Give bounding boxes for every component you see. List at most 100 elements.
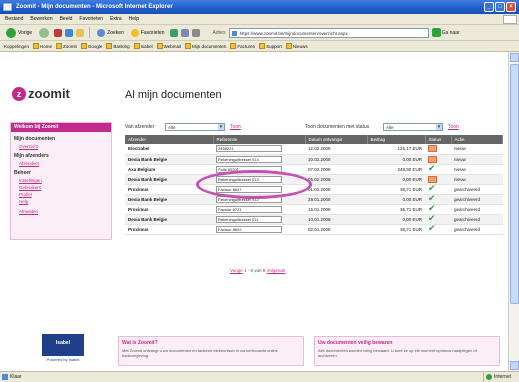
table-row[interactable]: Dexia Bank Belgie Rekeninguittreksel 014 1… (125, 154, 503, 165)
checkmark-icon[interactable] (428, 223, 437, 234)
go-button[interactable]: Ga naar (431, 28, 460, 37)
status-text: Klaar (10, 374, 22, 380)
isabel-promo-logo[interactable]: Isabel (42, 334, 84, 356)
scroll-up-arrow-icon[interactable] (510, 53, 519, 62)
sidebar-section-documents: Mijn documenten (14, 136, 56, 142)
table-row[interactable]: ProximusFactuur 8721 15.01.200836,71 EUR g… (125, 203, 503, 215)
home-icon[interactable] (76, 28, 85, 37)
reference-field[interactable]: Rekeninguittreksel 014 (216, 155, 282, 163)
menu-help[interactable]: Help (129, 14, 139, 24)
sidebar-link-help[interactable]: Help (19, 199, 111, 204)
cell-action[interactable]: nieuw (451, 154, 503, 165)
link-item[interactable]: Zoomit (56, 43, 77, 49)
checkmark-icon[interactable] (428, 163, 437, 174)
window-controls: _ □ × (484, 2, 516, 12)
menu-file[interactable]: Bestand (5, 14, 23, 24)
search-button[interactable]: Zoeken (95, 28, 126, 37)
close-button[interactable]: × (506, 2, 516, 12)
scrollbar-thumb[interactable] (510, 64, 519, 304)
cell-action[interactable]: gearchiveerd (451, 194, 503, 205)
sender-filter-select[interactable]: Alle (165, 123, 225, 131)
link-item[interactable]: Mijn documenten (185, 43, 226, 49)
cell-action[interactable]: gearchiveerd (451, 184, 503, 195)
menu-tools[interactable]: Extra (110, 14, 122, 24)
menu-favorites[interactable]: Favorieten (79, 14, 103, 24)
page-title: Al mijn documenten (125, 89, 222, 101)
link-label: Isabel (140, 43, 153, 49)
new-document-icon[interactable] (428, 175, 437, 183)
info-box-left-title[interactable]: Wat is Zoomit? (122, 340, 300, 346)
info-box-right-title[interactable]: Uw documenten veilig bewaren (318, 340, 496, 346)
link-item[interactable]: Support (259, 43, 282, 49)
table-row[interactable]: Dexia Bank Belgie Rekeninguittreksel 011 1… (125, 213, 503, 225)
link-item[interactable]: Google (80, 43, 102, 49)
table-row[interactable]: Dexia Bank Belgie Rekeninguittreksel 012 2… (125, 193, 503, 205)
new-document-icon[interactable] (428, 145, 437, 153)
status-filter-select[interactable]: Alle (383, 123, 443, 131)
history-icon[interactable] (169, 28, 178, 37)
table-row[interactable]: Electrabel 2458221 12.02.2008 125,17 EUR nie… (125, 144, 503, 155)
sidebar-link-profile[interactable]: Profiel (19, 192, 111, 197)
link-item[interactable]: Isabel (133, 43, 153, 49)
sidebar-link-overview[interactable]: Overzicht (19, 144, 111, 149)
stop-icon[interactable] (54, 28, 63, 37)
refresh-icon[interactable] (65, 28, 74, 37)
cell-action[interactable]: nieuw (451, 164, 503, 175)
cell-action[interactable]: gearchiveerd (451, 224, 503, 235)
pager-next-link[interactable]: Volgende (267, 268, 286, 273)
menu-edit[interactable]: Bewerken (30, 14, 52, 24)
window-title: Zoomit - Mijn documenten - Microsoft Int… (16, 4, 173, 10)
menu-view[interactable]: Beeld (60, 14, 73, 24)
sidebar-link-settings[interactable]: Instellingen (19, 178, 111, 183)
scroll-down-arrow-icon[interactable] (510, 361, 519, 370)
reference-field[interactable]: Rekeninguittreksel 011 (216, 215, 282, 223)
status-filter-go-link[interactable]: Toon (448, 124, 459, 130)
checkmark-icon[interactable] (428, 213, 437, 224)
link-item[interactable]: Banking (106, 43, 130, 49)
table-row[interactable]: ProximusFactuur 8602 02.01.200836,71 EUR g… (125, 223, 503, 235)
cell-action[interactable]: nieuw (451, 144, 503, 155)
maximize-button[interactable]: □ (495, 2, 505, 12)
column-header-amount[interactable]: Bedrag (367, 135, 426, 144)
table-row[interactable]: Dexia Bank Belgie Rekeninguittreksel 013 0… (125, 174, 503, 185)
new-document-icon[interactable] (428, 155, 437, 163)
sidebar-header: Welkom bij Zoomit (11, 123, 111, 132)
column-header-sender[interactable]: Afzender (125, 135, 214, 144)
cell-amount: 0,00 EUR (367, 174, 425, 185)
column-header-action[interactable]: Actie (451, 135, 503, 144)
column-header-reference[interactable]: Referentie (213, 135, 306, 144)
zoomit-logo[interactable]: z zoomit (12, 86, 70, 101)
reference-field[interactable]: Factuur 8602 (216, 225, 282, 233)
cell-action[interactable]: nieuw (451, 174, 503, 185)
sender-filter-go-link[interactable]: Toon (230, 124, 241, 130)
cell-action[interactable]: gearchiveerd (451, 204, 503, 215)
checkmark-icon[interactable] (428, 183, 437, 194)
cell-action[interactable]: gearchiveerd (451, 214, 503, 225)
mail-icon[interactable] (180, 28, 189, 37)
link-item[interactable]: Home (33, 43, 52, 49)
reference-field[interactable]: 2458221 (216, 145, 282, 153)
window-titlebar: Zoomit - Mijn documenten - Microsoft Int… (0, 0, 519, 14)
table-row[interactable]: ProximusFactuur 884701.02.200836,71 EURg… (125, 183, 503, 195)
sidebar-link-users[interactable]: Gebruikers (19, 185, 111, 190)
print-icon[interactable] (191, 28, 200, 37)
checkmark-icon[interactable] (428, 203, 437, 214)
link-item[interactable]: Nieuws (285, 43, 308, 49)
forward-button[interactable] (37, 27, 51, 38)
vertical-scrollbar[interactable] (508, 52, 519, 371)
reference-field[interactable]: Factuur 8721 (216, 205, 282, 213)
link-item[interactable]: Webmail (156, 43, 181, 49)
sidebar-link-logout[interactable]: Afmelden (19, 209, 111, 214)
favorites-button[interactable]: Favorieten (129, 28, 167, 37)
table-row[interactable]: Axa Belgium Polis 59201 07.02.2008 248,90 E… (125, 163, 503, 175)
address-bar[interactable]: https://www.zoomit.be/mijndocumenten/ove… (228, 27, 429, 38)
sidebar-link-senders[interactable]: Afzenders (19, 161, 111, 166)
cell-amount: 36,71 EUR (367, 204, 425, 215)
column-header-date[interactable]: Datum ontvangst (305, 135, 368, 144)
back-button[interactable]: Vorige (4, 27, 34, 38)
checkmark-icon[interactable] (428, 193, 437, 204)
pager-prev-link[interactable]: Vorige (230, 268, 243, 273)
link-item[interactable]: Facturen (230, 43, 255, 49)
minimize-button[interactable]: _ (484, 2, 494, 12)
column-header-status[interactable]: Status (425, 135, 452, 144)
